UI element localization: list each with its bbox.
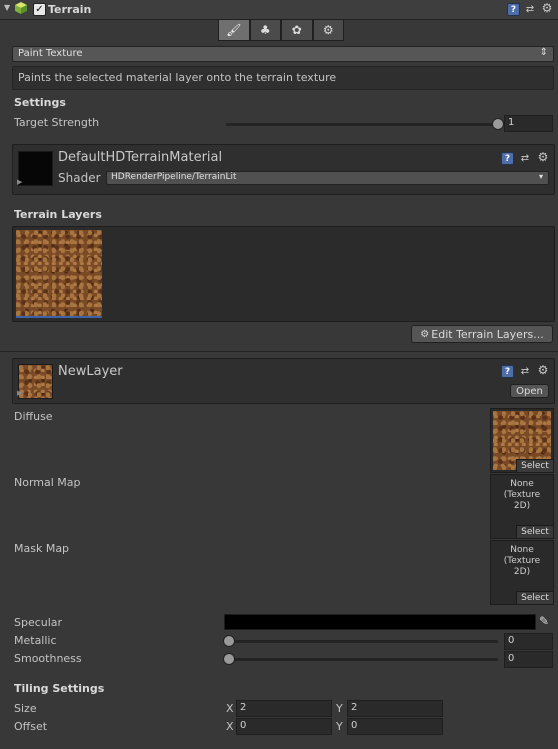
preset-icon[interactable]: ⇄ [524, 3, 536, 15]
smoothness-slider-knob[interactable] [223, 653, 235, 665]
offset-x-value: 0 [240, 720, 247, 731]
gear-icon: ⚙ [420, 328, 430, 340]
open-layer-button[interactable]: Open [510, 384, 549, 398]
size-label: Size [14, 702, 37, 715]
edit-terrain-layers-label: Edit Terrain Layers... [431, 327, 544, 341]
normal-map-select-button[interactable]: Select [516, 525, 553, 538]
edit-terrain-layers-button[interactable]: ⚙ Edit Terrain Layers... [411, 325, 553, 343]
material-preview[interactable] [18, 151, 53, 186]
target-strength-slider-knob[interactable] [492, 118, 504, 130]
open-layer-label: Open [516, 385, 543, 397]
offset-y-field[interactable]: 0 [347, 718, 443, 735]
metallic-label: Metallic [14, 634, 57, 647]
size-y-value: 2 [351, 702, 358, 713]
offset-label: Offset [14, 720, 48, 733]
normal-map-texture-slot[interactable]: None (Texture 2D) Select [490, 474, 554, 539]
terrain-layers-heading: Terrain Layers [14, 208, 102, 221]
mask-map-none-text: None (Texture 2D) [503, 545, 541, 577]
target-strength-value: 1 [508, 117, 515, 128]
metallic-value: 0 [508, 635, 515, 646]
shader-label: Shader [58, 171, 101, 185]
gear-icon[interactable]: ⚙ [537, 363, 549, 377]
mask-map-texture-slot[interactable]: None (Texture 2D) Select [490, 540, 554, 605]
size-y-label: Y [336, 702, 343, 715]
size-x-field[interactable]: 2 [236, 700, 332, 717]
terrain-material-panel: ▶ DefaultHDTerrainMaterial Shader HDRend… [12, 144, 555, 195]
shader-dropdown[interactable]: HDRenderPipeline/TerrainLit ▾ [106, 171, 549, 185]
paint-mode-dropdown[interactable]: Paint Texture ⇕ [12, 46, 554, 62]
metallic-slider-knob[interactable] [223, 635, 235, 647]
offset-x-field[interactable]: 0 [236, 718, 332, 735]
component-header: ▼ ✓ Terrain ? ⇄ ⚙ [0, 0, 558, 20]
preset-icon[interactable]: ⇄ [519, 152, 531, 164]
gear-icon[interactable]: ⚙ [537, 150, 549, 164]
metallic-slider[interactable] [226, 640, 498, 643]
section-divider [0, 351, 558, 352]
terrain-settings-tool[interactable]: ⚙ [312, 19, 344, 41]
mask-map-label: Mask Map [14, 542, 70, 555]
foldout-arrow-icon[interactable]: ▼ [4, 3, 10, 12]
layer-preview[interactable] [18, 364, 53, 399]
brush-icon: 🖌 [226, 23, 242, 37]
gear-icon[interactable]: ⚙ [541, 1, 553, 15]
smoothness-slider[interactable] [226, 658, 498, 661]
specular-color-field[interactable] [224, 614, 536, 630]
terrain-tool-toolbar: 🖌 ♣ ✿ ⚙ [218, 19, 344, 41]
paint-mode-value: Paint Texture [18, 48, 83, 59]
normal-map-label: Normal Map [14, 476, 81, 489]
dropdown-arrow-icon: ▾ [538, 172, 543, 181]
tiling-settings-heading: Tiling Settings [14, 682, 105, 695]
target-strength-slider[interactable] [226, 123, 498, 126]
paint-texture-tool[interactable]: 🖌 [218, 19, 250, 41]
offset-y-label: Y [336, 720, 343, 733]
target-strength-label: Target Strength [14, 116, 100, 129]
preview-arrow-icon: ▶ [17, 389, 23, 397]
normal-map-none-text: None (Texture 2D) [503, 479, 541, 511]
terrain-layer-thumbnail[interactable] [16, 230, 102, 318]
diffuse-label: Diffuse [14, 410, 53, 423]
specular-label: Specular [14, 616, 63, 629]
eyedropper-icon[interactable]: ✎ [539, 614, 549, 628]
details-icon: ✿ [291, 23, 302, 37]
metallic-field[interactable]: 0 [504, 633, 553, 650]
terrain-layer-panel: ▶ NewLayer ? ⇄ ⚙ Open [12, 358, 555, 404]
layer-name: NewLayer [58, 364, 123, 379]
smoothness-value: 0 [508, 653, 515, 664]
gear-icon: ⚙ [322, 23, 334, 37]
offset-y-value: 0 [351, 720, 358, 731]
smoothness-field[interactable]: 0 [504, 651, 553, 668]
size-x-label: X [226, 702, 234, 715]
component-title: Terrain [48, 3, 92, 16]
diffuse-texture-slot[interactable]: Select [490, 408, 554, 473]
terrain-layers-palette [12, 226, 555, 322]
size-x-value: 2 [240, 702, 247, 713]
help-icon[interactable]: ? [501, 152, 514, 165]
dropdown-arrows-icon: ⇕ [539, 47, 548, 58]
unity-cube-icon [14, 1, 28, 15]
preview-arrow-icon: ▶ [17, 178, 23, 186]
offset-x-label: X [226, 720, 234, 733]
preset-icon[interactable]: ⇄ [519, 365, 531, 377]
help-icon[interactable]: ? [507, 3, 520, 16]
diffuse-select-button[interactable]: Select [516, 459, 553, 472]
mode-description-box: Paints the selected material layer onto … [12, 66, 554, 90]
size-y-field[interactable]: 2 [347, 700, 443, 717]
paint-details-tool[interactable]: ✿ [281, 19, 313, 41]
shader-value: HDRenderPipeline/TerrainLit [111, 172, 237, 182]
enabled-checkbox[interactable]: ✓ [33, 3, 46, 16]
material-name: DefaultHDTerrainMaterial [58, 150, 223, 165]
tree-icon: ♣ [259, 23, 271, 37]
place-trees-tool[interactable]: ♣ [249, 19, 281, 41]
settings-heading: Settings [14, 96, 66, 109]
target-strength-field[interactable]: 1 [504, 115, 553, 132]
help-icon[interactable]: ? [501, 365, 514, 378]
mask-map-select-button[interactable]: Select [516, 591, 553, 604]
mode-description: Paints the selected material layer onto … [18, 71, 337, 84]
smoothness-label: Smoothness [14, 652, 82, 665]
